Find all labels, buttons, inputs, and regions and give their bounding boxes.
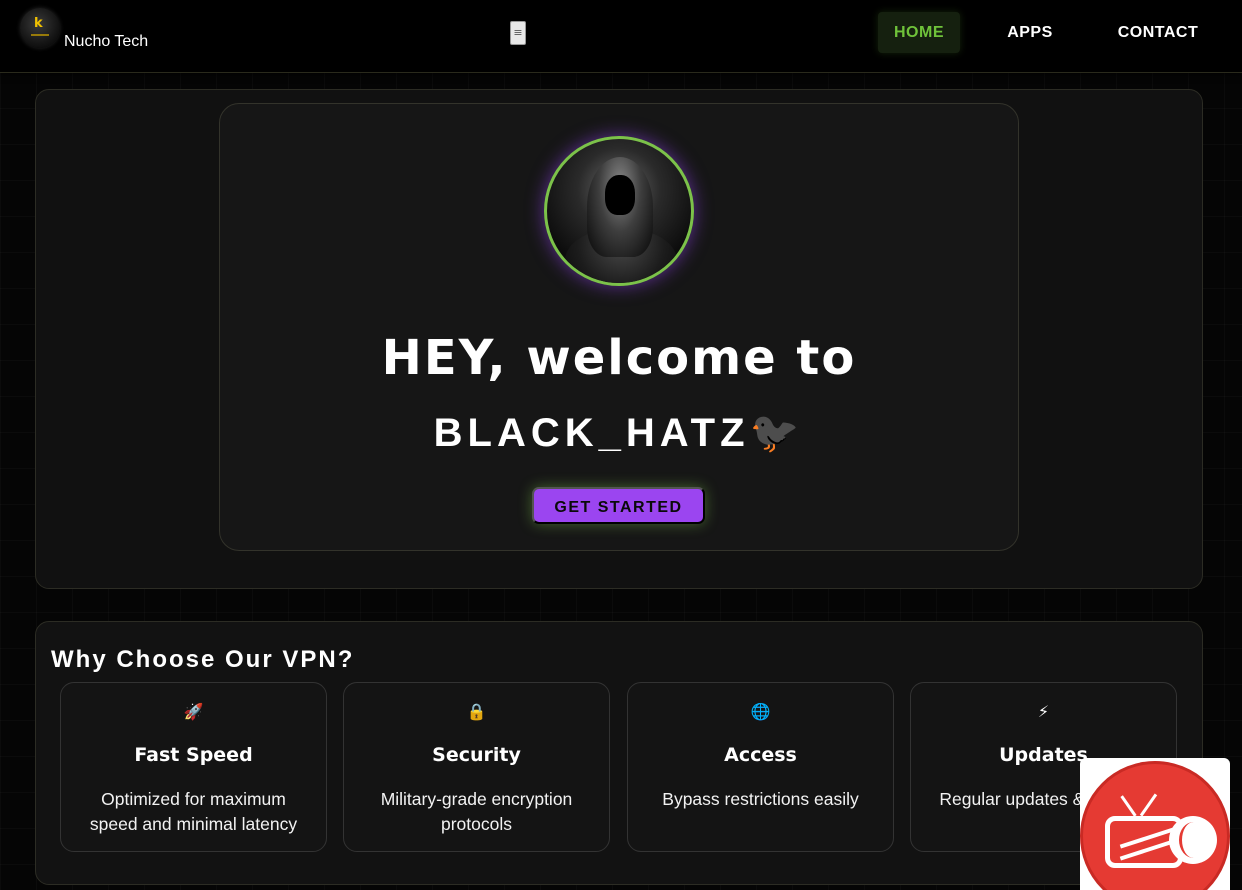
cricket-ball-icon	[1169, 816, 1217, 864]
tv-antenna-left	[1120, 795, 1137, 817]
get-started-button[interactable]: GET STARTED	[532, 487, 705, 524]
features-title: Why Choose Our VPN?	[51, 646, 355, 673]
hero-subtitle: BLACK_HATZ🐦‍⬛	[433, 411, 805, 455]
menu-toggle-button[interactable]: ≡	[510, 21, 526, 45]
feature-card-text: Optimized for maximum speed and minimal …	[89, 789, 298, 834]
floating-tv-app-widget[interactable]	[1080, 758, 1230, 890]
feature-card-security: 🔒 Security Military-grade encryption pro…	[343, 682, 610, 852]
hooded-figure-avatar	[544, 136, 694, 286]
tv-app-icon	[1080, 761, 1230, 890]
avatar-face-shadow	[605, 175, 635, 215]
feature-card-text: Bypass restrictions easily	[662, 789, 859, 809]
globe-icon: 🌐	[750, 702, 771, 721]
nav-link-apps[interactable]: APPS	[995, 12, 1065, 53]
feature-card-title: Security	[432, 744, 521, 766]
lightning-icon: ⚡	[1037, 702, 1050, 721]
feature-card-text: Military-grade encryption protocols	[380, 789, 573, 834]
brand-name[interactable]: Nucho Tech	[64, 33, 148, 51]
nav-link-contact[interactable]: CONTACT	[1104, 12, 1212, 53]
logo-underline	[31, 34, 49, 36]
lock-icon: 🔒	[466, 702, 487, 721]
feature-card-title: Access	[724, 744, 797, 766]
hero-title: HEY, welcome to	[381, 330, 857, 386]
rocket-icon: 🚀	[183, 702, 204, 721]
logo-mark: k	[34, 16, 43, 31]
top-navbar: k Nucho Tech ≡ HOME APPS CONTACT	[0, 0, 1242, 73]
feature-card-fast-speed: 🚀 Fast Speed Optimized for maximum speed…	[60, 682, 327, 852]
tv-antenna-right	[1139, 793, 1158, 817]
brand-logo[interactable]: k	[20, 8, 60, 48]
feature-card-title: Fast Speed	[134, 744, 253, 766]
nav-link-home[interactable]: HOME	[878, 12, 960, 53]
feature-card-access: 🌐 Access Bypass restrictions easily	[627, 682, 894, 852]
